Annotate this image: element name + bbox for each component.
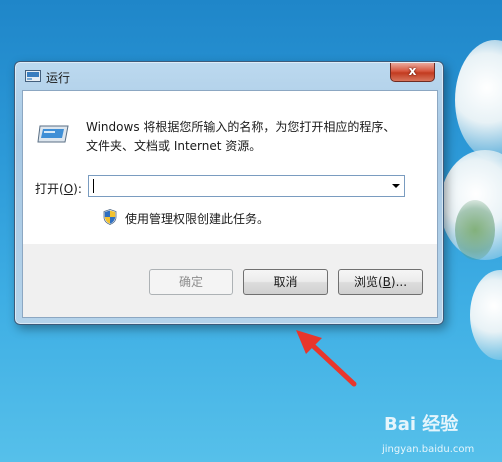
desktop: 运行 x Windows 将根据您所输入的名称，为您打开相应的程序、 文件夹、文… — [0, 0, 502, 462]
annotation-arrow-icon — [296, 330, 357, 387]
baidu-site-url: jingyan.baidu.com — [382, 444, 475, 455]
baidu-watermark: Bai 经验 jingyan.baidu.com — [378, 402, 502, 462]
baidu-logo: Bai 经验 — [384, 414, 459, 435]
